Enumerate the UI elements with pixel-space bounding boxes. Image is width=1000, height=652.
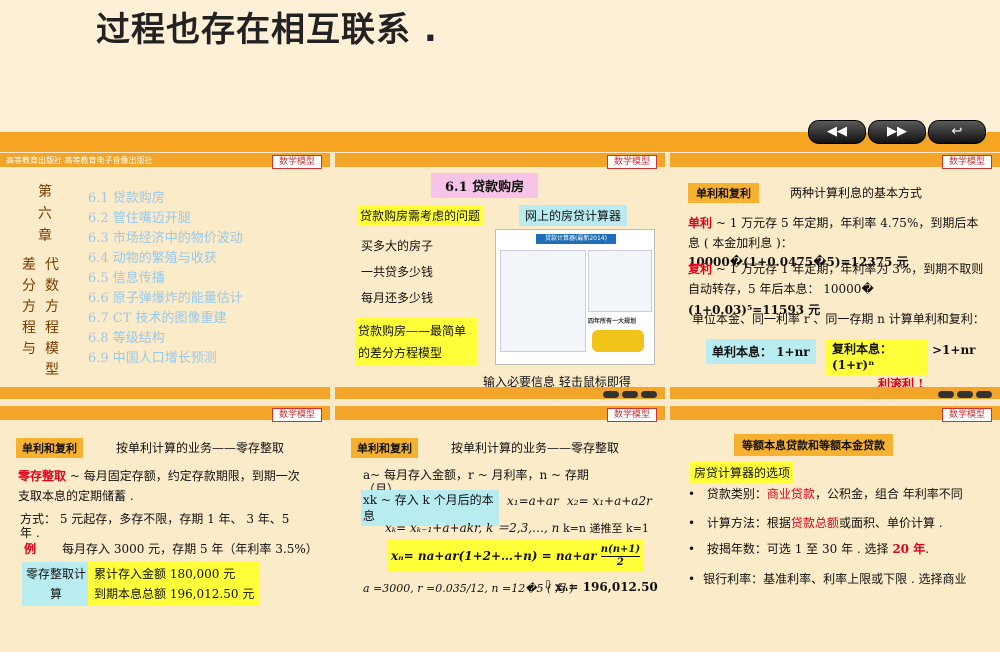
previous-button[interactable]: ◀◀ [808,120,866,144]
slide-tag: 数学模型 [941,408,992,422]
section-subtitle: 按单利计算的业务——零存整取 [116,441,285,455]
option-calc-method: 计算方法：根据贷款总额或面积、单价计算 . [688,514,943,531]
toc-item[interactable]: 6.4 动物的繁殖与收获 [88,249,243,269]
slide-tag: 数学模型 [271,408,322,422]
toc-item[interactable]: 6.9 中国人口增长预测 [88,349,243,369]
next-button[interactable]: ▶▶ [868,120,926,144]
slide-thumbnail-4[interactable]: 数学模型 单利和复利 按单利计算的业务——零存整取 零存整取 ~ 每月固定存额，… [0,406,330,652]
slide-thumbnail-2[interactable]: 数学模型 6.1 贷款购房 贷款购房需考虑的问题 网上的房贷计算器 买多大的房子… [335,153,665,399]
slide-thumbnail-6[interactable]: 数学模型 等额本息贷款和等额本金贷款 房贷计算器的选项 贷款类别：商业贷款，公积… [670,406,1000,652]
sum-formula: xₙ= na+ar(1+2+…+n) = na+ar n(n+1) 2 [387,540,645,572]
toc-item[interactable]: 6.2 管住嘴迈开腿 [88,209,243,229]
calc-label: 零存整取计算 [22,562,90,606]
toc-item[interactable]: 6.3 市场经济中的物价波动 [88,229,243,249]
chapter-label: 第六章 [38,184,52,244]
model-note: 贷款购房——最简单的差分方程模型 [355,318,477,366]
list-item: 一共贷多少钱 [361,265,434,279]
section-heading: 单利和复利 [351,438,418,458]
toc-item[interactable]: 6.8 等级结构 [88,329,243,349]
calculator-screenshot: 贷款计算器(最新2014) 四年所有一大规划 [495,229,655,365]
slide-tag: 数学模型 [941,155,992,169]
slide-tag: 数学模型 [271,155,322,169]
slide-tag: 数学模型 [606,155,657,169]
section-heading: 单利和复利 [16,438,83,458]
x1-formula: x₁=a+ar [507,494,559,508]
chapter-title-col1: 差分方程与 [22,257,36,357]
options-label: 房贷计算器的选项 [690,462,795,483]
toc-item[interactable]: 6.7 CT 技术的图像重建 [88,309,243,329]
section-subtitle: 两种计算利息的基本方式 [790,186,923,200]
recurrence-formula: xₖ= xₖ₋₁+a+akr, k ＝2,3,…, n [385,521,560,535]
toc-item[interactable]: 6.1 贷款购房 [88,189,243,209]
example-label: 例 [24,542,37,556]
slide-mini-nav [603,391,657,398]
section-subtitle: 按单利计算的业务——零存整取 [451,441,620,455]
slide-footer-bar [0,387,330,399]
slide-thumbnail-5[interactable]: 数学模型 单利和复利 按单利计算的业务——零存整取 a~ 每月存入金额，r ~ … [335,406,665,652]
simple-formula: 单利本息： 1+nr [706,339,816,364]
question-list: 买多大的房子 一共贷多少钱 每月还多少钱 [361,233,433,311]
calc-result: 累计存入金额 180,000 元到期本息总额 196,012.50 元 [88,562,261,606]
slide-tag: 数学模型 [606,408,657,422]
list-item: 每月还多少钱 [361,291,434,305]
slide-mini-nav [938,391,992,398]
interest-note: 单位本金、同一利率 r 、同一存期 n 计算单利和复利： [692,312,985,326]
x2-formula: x₂= x₁+a+a2r [567,494,652,508]
calculator-label: 网上的房贷计算器 [519,205,628,226]
section-heading: 单利和复利 [688,183,759,203]
chapter-title-col2: 代数方程模型 [45,257,59,378]
question-label: 贷款购房需考虑的问题 [357,205,484,226]
recurrence-note: k=n 递推至 k=1 [563,522,649,535]
list-item: 买多大的房子 [361,239,434,253]
parameter-values: a =3000, r =0.035/12, n =12�5 ( 月 ) [363,582,574,595]
definition-text: 零存整取 ~ 每月固定存额，约定存款期限，到期一次支取本息的定期储蓄 . [18,469,300,503]
implies-arrow-icon: ⇩ [543,578,554,592]
slide-title: 6.1 贷款购房 [431,173,539,198]
section-heading: 等额本息贷款和等额本金贷款 [734,434,893,456]
publisher-logo: 高等教育出版社 高等教育电子音像出版社 [6,156,153,165]
option-rate: 银行利率：基准利率、利率上限或下限 . 选择商业 [688,570,988,588]
toc-item[interactable]: 6.6 原子弹爆炸的能量估计 [88,289,243,309]
slide-thumbnail-3[interactable]: 数学模型 单利和复利 两种计算利息的基本方式 单利 ~ 1 万元存 5 年定期，… [670,153,1000,399]
page-title: 过程也存在相互联系 . [96,10,438,50]
method-text: 方式： 5 元起存，多存不限，存期 1 年、 3 年、5 年 . [20,512,290,540]
option-years: 按揭年数：可选 1 至 30 年 . 选择 20 年. [688,540,929,557]
simple-interest-text: 单利 ~ 1 万元存 5 年定期，年利率 4.75%，到期后本息 ( 本金加利息… [688,216,979,250]
inequality: >1+nr [932,343,976,357]
example-text: 每月存入 3000 元，存期 5 年（年利率 3.5%） [62,542,318,556]
compound-formula: 复利本息： (1+r)ⁿ [826,339,928,375]
slide-thumbnail-1[interactable]: 高等教育出版社 高等教育电子音像出版社 数学模型 第六章 差分方程与 代数方程模… [0,153,330,399]
table-of-contents: 6.1 贷款购房 6.2 管住嘴迈开腿 6.3 市场经济中的物价波动 6.4 动… [88,189,243,369]
final-result: xₙ= 196,012.50 [555,580,658,594]
compound-interest-text: 复利 ~ 1 万元存 1 年定期，年利率为 3%，到期不取则自动转存，5 年后本… [688,262,984,296]
option-loan-type: 贷款类别：商业贷款，公积金，组合 年利率不同 [688,486,988,502]
top-slide-area: 过程也存在相互联系 . [0,0,1000,132]
toc-item[interactable]: 6.5 信息传播 [88,269,243,289]
return-button[interactable]: ↩ [928,120,986,144]
